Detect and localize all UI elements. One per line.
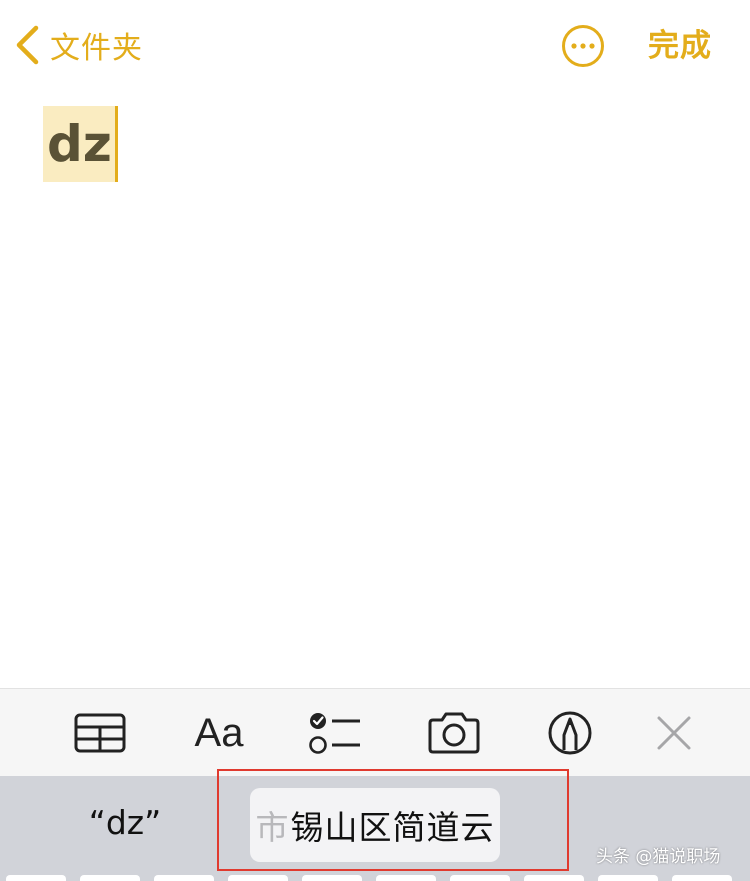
keyboard-key[interactable] <box>672 875 732 881</box>
markup-button[interactable] <box>540 705 600 761</box>
keyboard-key[interactable] <box>598 875 658 881</box>
annotation-highlight-box <box>217 769 569 871</box>
checklist-button[interactable] <box>305 705 365 761</box>
close-icon <box>657 716 691 750</box>
text-cursor <box>114 106 118 182</box>
text-format-button[interactable]: Aa <box>189 705 249 761</box>
chevron-left-icon <box>16 25 39 65</box>
keyboard-key[interactable] <box>450 875 510 881</box>
back-button[interactable]: 文件夹 <box>14 22 143 68</box>
note-editor[interactable]: dz <box>43 106 118 182</box>
keyboard-key[interactable] <box>80 875 140 881</box>
done-button[interactable]: 完成 <box>648 24 712 68</box>
back-button-label: 文件夹 <box>50 31 143 66</box>
note-title-selected-text[interactable]: dz <box>43 106 115 182</box>
checklist-icon <box>309 713 360 754</box>
camera-button[interactable] <box>424 705 484 761</box>
suggestion-literal[interactable]: “dz” <box>40 796 210 850</box>
keyboard-key[interactable] <box>228 875 288 881</box>
camera-icon <box>428 712 480 754</box>
keyboard-key-row-edge <box>0 875 750 881</box>
close-toolbar-button[interactable] <box>644 705 704 761</box>
keyboard-key[interactable] <box>302 875 362 881</box>
more-options-button[interactable] <box>561 24 605 68</box>
keyboard-key[interactable] <box>524 875 584 881</box>
table-button[interactable] <box>70 705 130 761</box>
keyboard-key[interactable] <box>154 875 214 881</box>
ellipsis-circle-icon <box>562 25 604 67</box>
watermark: 头条 @猫说职场 <box>596 847 721 867</box>
keyboard-key[interactable] <box>376 875 436 881</box>
table-icon <box>74 713 126 753</box>
keyboard-key[interactable] <box>6 875 66 881</box>
markup-pen-icon <box>548 711 592 755</box>
formatting-toolbar: Aa <box>0 688 750 776</box>
